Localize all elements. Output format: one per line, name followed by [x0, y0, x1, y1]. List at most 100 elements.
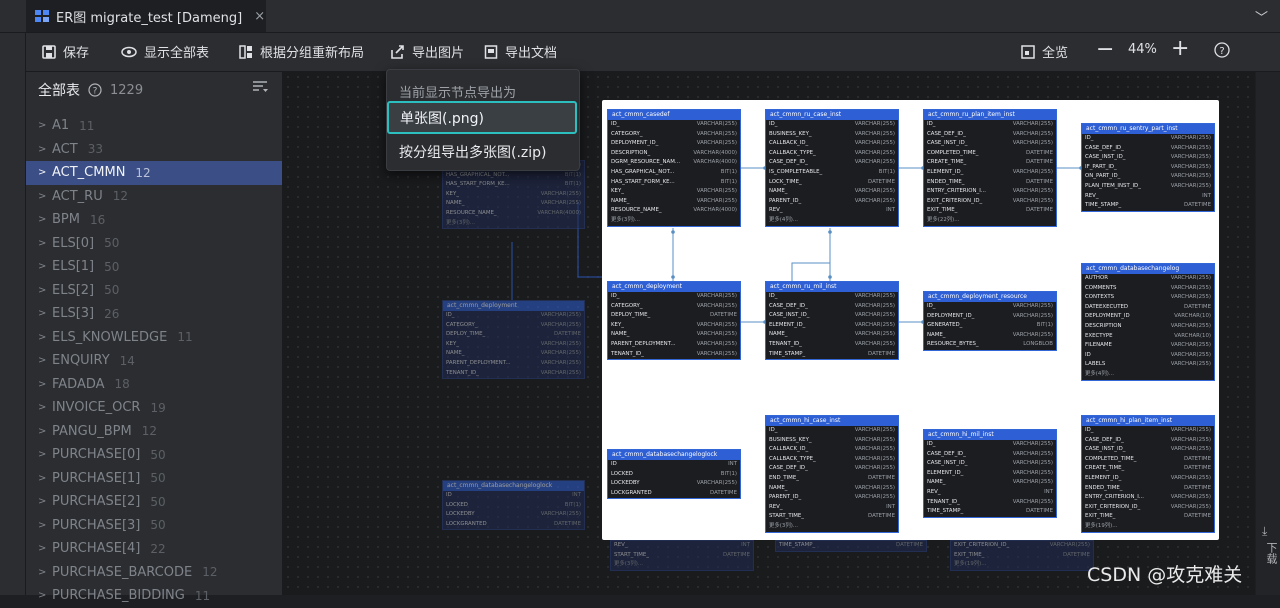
er-table[interactable]: act_cmmn_databasechangeloglock ID INT LOCKE… [607, 449, 741, 500]
more-columns[interactable]: 更多(3列)... [443, 219, 584, 229]
relayout-button[interactable]: 根据分组重新布局 [239, 42, 364, 61]
export-multi-zip-item[interactable]: 按分组导出多张图(.zip) [399, 142, 547, 162]
er-table[interactable]: act_cmmn_ru_mil_inst ID_ VARCHAR(255) CASE_… [765, 281, 899, 361]
zoom-in-button[interactable]: + [1171, 36, 1189, 61]
er-table[interactable]: act_cmmn_hi_mil_inst ID_ VARCHAR(255) CASE_… [923, 429, 1057, 518]
er-table-title: act_cmmn_deployment [608, 282, 740, 292]
column-type: VARCHAR(255) [854, 436, 895, 443]
er-table[interactable]: REV_ INT START_TIME_ DATETIME 更多(3列)... [610, 540, 754, 571]
overview-button[interactable]: 全览 [1021, 42, 1068, 61]
show-all-tables-button[interactable]: 显示全部表 [121, 42, 209, 61]
group-item[interactable]: > PURCHASE[2] 50 [26, 490, 282, 514]
column-type: VARCHAR(255) [1170, 342, 1211, 349]
group-item[interactable]: > INVOICE_OCR 19 [26, 396, 282, 420]
zoom-out-button[interactable]: − [1096, 37, 1114, 62]
group-item[interactable]: > ACT_CMMN 12 [26, 161, 282, 185]
tab-er-diagram[interactable]: ER图 migrate_test [Dameng] × [26, 0, 266, 32]
column-type: VARCHAR(255) [854, 121, 895, 127]
er-table[interactable]: act_cmmn_ru_sentry_part_inst ID_ VARCHAR(2… [1081, 123, 1215, 212]
er-table[interactable]: act_cmmn_deployment ID_ VARCHAR(255) CATEGO… [442, 300, 585, 380]
export-image-menu: 当前显示节点导出为 单张图(.png) 按分组导出多张图(.zip) [386, 69, 580, 171]
er-table[interactable]: act_cmmn_ru_case_inst ID_ VARCHAR(255) BUSI… [765, 109, 899, 227]
help-button[interactable]: ? [1214, 42, 1230, 58]
group-count: 50 [150, 518, 166, 533]
export-document-button[interactable]: 导出文档 [484, 42, 557, 61]
group-item[interactable]: > PURCHASE_BARCODE 12 [26, 561, 282, 585]
chevron-right-icon: > [38, 214, 47, 226]
save-button[interactable]: 保存 [42, 42, 89, 61]
er-table[interactable]: act_cmmn_databasechangelog AUTHOR VARCHAR(… [1081, 263, 1215, 381]
column-name: NAME_ [446, 200, 465, 207]
er-table[interactable]: act_cmmn_hi_case_inst ID_ VARCHAR(255) BUSI… [765, 415, 899, 533]
group-item[interactable]: > ACT 33 [26, 138, 282, 162]
er-table-column: AUTHOR VARCHAR(255) [1082, 274, 1214, 284]
more-columns[interactable]: 更多(3列)... [608, 216, 740, 226]
more-columns[interactable]: 更多(19列)... [951, 560, 1093, 570]
group-item[interactable]: > A1 11 [26, 114, 282, 138]
sort-icon[interactable] [252, 80, 268, 94]
group-item[interactable]: > PANGU_BPM 12 [26, 420, 282, 444]
er-table-column: ID_ VARCHAR(255) [766, 292, 898, 302]
column-type: INT [886, 503, 895, 510]
group-item[interactable]: > PURCHASE[1] 50 [26, 467, 282, 491]
er-table[interactable]: act_cmmn_casedef ID_ VARCHAR(255) CATEGORY_… [607, 109, 741, 227]
er-table-column: NAME_ VARCHAR(255) [443, 349, 584, 359]
column-type: VARCHAR(255) [540, 190, 581, 197]
more-columns[interactable]: 更多(4列)... [1082, 370, 1214, 380]
column-type: VARCHAR(255) [1170, 163, 1211, 170]
group-name: ELS_KNOWLEDGE [52, 329, 168, 345]
column-type: BIT(1) [878, 168, 895, 175]
svg-text:?: ? [93, 87, 98, 97]
group-item[interactable]: > PURCHASE[3] 50 [26, 514, 282, 538]
more-columns[interactable]: 更多(4列)... [766, 216, 898, 226]
group-item[interactable]: > BPM 16 [26, 208, 282, 232]
show-all-label: 显示全部表 [144, 46, 210, 61]
er-table-column: TENANT_ID_ VARCHAR(255) [608, 350, 740, 360]
chevron-down-icon[interactable]: ﹀ [1255, 7, 1268, 26]
group-item[interactable]: > ELS[2] 50 [26, 279, 282, 303]
group-item[interactable]: > ENQUIRY 14 [26, 349, 282, 373]
er-table-column: EXIT_TIME_ DATETIME [924, 206, 1056, 216]
er-table[interactable]: act_cmmn_databasechangeloglock ID INT LOCKE… [442, 480, 585, 531]
er-table[interactable]: act_cmmn_hi_plan_item_inst ID_ VARCHAR(255… [1081, 415, 1215, 533]
group-name: BPM [52, 212, 80, 228]
column-type: VARCHAR(255) [696, 293, 737, 299]
more-columns[interactable]: 更多(3列)... [766, 522, 898, 532]
er-table[interactable]: EXIT_CRITERION_ID_ VARCHAR(255) EXIT_TIME_… [950, 540, 1094, 571]
group-item[interactable]: > ELS[0] 50 [26, 232, 282, 256]
help-icon[interactable]: ? [88, 83, 102, 97]
column-type: DATETIME [1026, 207, 1053, 214]
download-icon[interactable]: ⤓ [1262, 524, 1267, 539]
group-item[interactable]: > PURCHASE[4] 22 [26, 537, 282, 561]
column-type: VARCHAR(255) [696, 140, 737, 147]
group-item[interactable]: > FADADA 18 [26, 373, 282, 397]
er-table-column: REV_ INT [924, 488, 1056, 498]
er-table-column: CALLBACK_TYPE_ VARCHAR(255) [766, 455, 898, 465]
er-table[interactable]: act_cmmn_deployment ID_ VARCHAR(255) CATEGO… [607, 281, 741, 361]
download-panel-label[interactable]: 下载 [1263, 542, 1279, 564]
more-columns[interactable]: 更多(19列)... [1082, 522, 1214, 532]
more-columns[interactable]: 更多(3列)... [611, 560, 753, 570]
er-table-column: BUSINESS_KEY_ VARCHAR(255) [766, 130, 898, 140]
group-item[interactable]: > ELS[3] 26 [26, 302, 282, 326]
close-icon[interactable]: × [254, 9, 265, 24]
er-table[interactable]: act_cmmn_ru_plan_item_inst ID_ VARCHAR(255… [923, 109, 1057, 227]
left-toolwindow-strip: ≫ [0, 0, 26, 595]
group-count: 50 [150, 471, 166, 486]
column-type: INT [1202, 192, 1211, 199]
group-item[interactable]: > PURCHASE_BIDDING 11 [26, 584, 282, 608]
group-item[interactable]: > ELS[1] 50 [26, 255, 282, 279]
er-table[interactable]: TIME_STAMP_ DATETIME [775, 540, 927, 552]
column-name: CALLBACK_TYPE_ [769, 149, 816, 156]
column-name: EXIT_TIME_ [954, 551, 985, 558]
group-item[interactable]: > ELS_KNOWLEDGE 11 [26, 326, 282, 350]
er-table-column: ID_ VARCHAR(255) [443, 311, 584, 321]
er-table-column: NAME_ VARCHAR(255) [766, 330, 898, 340]
group-item[interactable]: > PURCHASE[0] 50 [26, 443, 282, 467]
export-single-png-item[interactable]: 单张图(.png) [387, 101, 577, 134]
er-table[interactable]: act_cmmn_deployment_resource ID_ VARCHAR(2… [923, 291, 1057, 351]
group-item[interactable]: > ACT_RU 12 [26, 185, 282, 209]
column-type: VARCHAR(255) [540, 340, 581, 347]
export-image-button[interactable]: 导出图片 [390, 42, 464, 61]
more-columns[interactable]: 更多(22列)... [924, 216, 1056, 226]
